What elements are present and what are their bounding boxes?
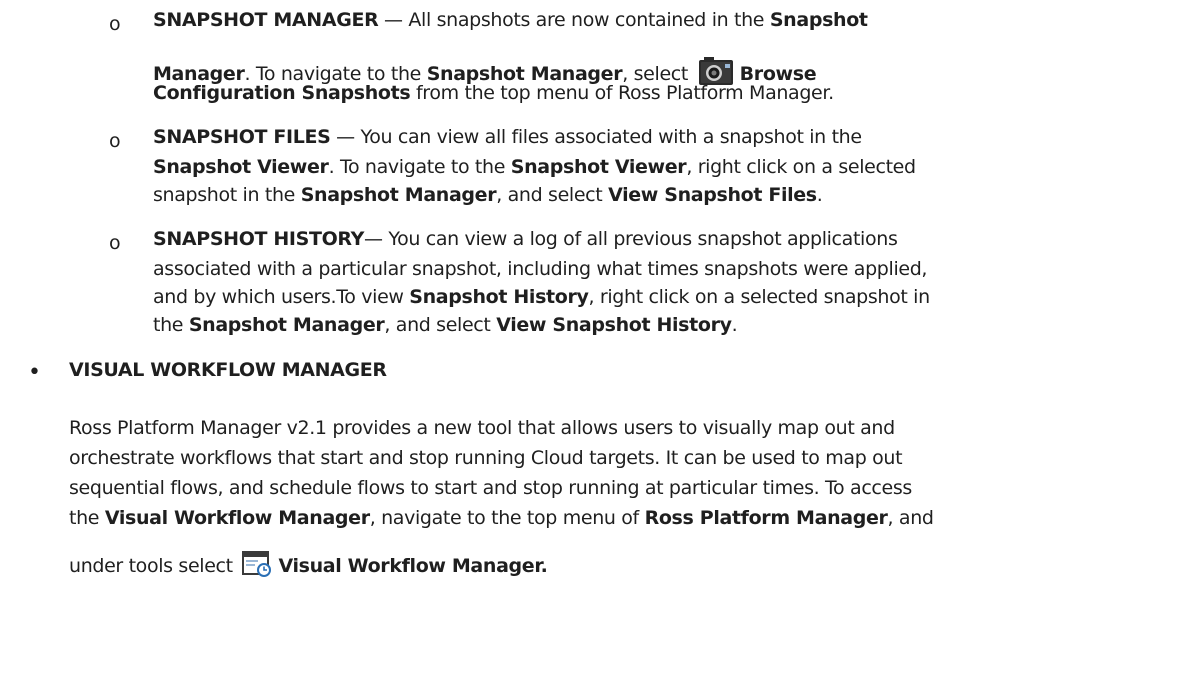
sub-bullet: o [109, 130, 121, 152]
sub-bullet: o [109, 232, 121, 254]
snapshot-history-line-4: the Snapshot Manager, and select View Sn… [153, 314, 738, 336]
sub-bullet: o [109, 13, 121, 35]
snapshot-manager-label: SNAPSHOT MANAGER [153, 9, 379, 31]
snapshot-manager-line-1: SNAPSHOT MANAGER — All snapshots are now… [153, 9, 868, 31]
visual-workflow-line-4: the Visual Workflow Manager, navigate to… [69, 507, 934, 529]
visual-workflow-line-3: sequential flows, and schedule flows to … [69, 477, 912, 499]
snapshot-files-line-2: Snapshot Viewer. To navigate to the Snap… [153, 156, 916, 178]
snapshot-files-line-3: snapshot in the Snapshot Manager, and se… [153, 184, 823, 206]
snapshot-history-line-3: and by which users.To view Snapshot Hist… [153, 286, 930, 308]
visual-workflow-heading: VISUAL WORKFLOW MANAGER [69, 359, 387, 381]
snapshot-history-label: SNAPSHOT HISTORY [153, 228, 365, 250]
visual-workflow-line-2: orchestrate workflows that start and sto… [69, 447, 903, 469]
workflow-window-icon [242, 550, 272, 583]
visual-workflow-line-1: Ross Platform Manager v2.1 provides a ne… [69, 417, 895, 439]
snapshot-history-line-2: associated with a particular snapshot, i… [153, 258, 928, 280]
visual-workflow-line-5: under tools select Visual Workflow Manag… [69, 550, 548, 583]
snapshot-files-line-1: SNAPSHOT FILES — You can view all files … [153, 126, 862, 148]
main-bullet: • [28, 360, 41, 385]
snapshot-files-label: SNAPSHOT FILES [153, 126, 331, 148]
snapshot-manager-line-3: Configuration Snapshots from the top men… [153, 82, 834, 104]
snapshot-history-line-1: SNAPSHOT HISTORY— You can view a log of … [153, 228, 898, 250]
